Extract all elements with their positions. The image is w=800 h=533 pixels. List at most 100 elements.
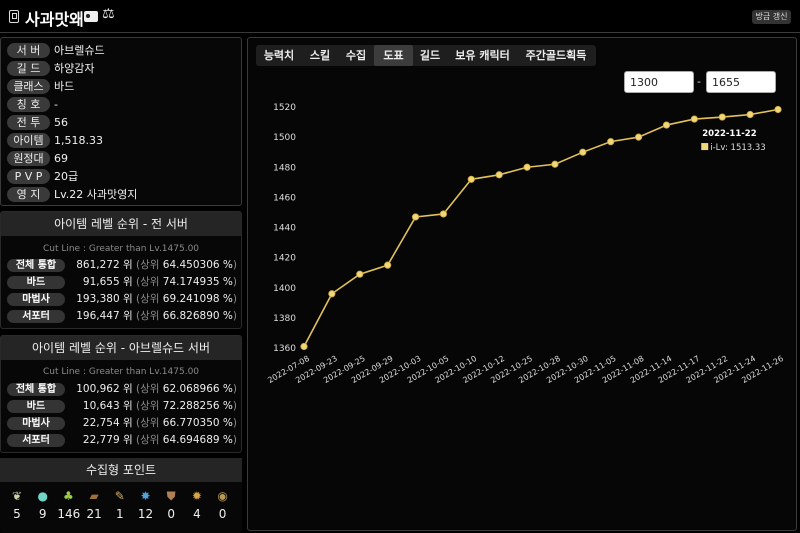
rank-percent: 74.174935 %: [162, 276, 233, 288]
ilvl-line-chart[interactable]: 1360 1380 1400 1420 1440 1460 1480 1500 1520 2022…: [248, 88, 796, 432]
info-label: 아이템: [7, 133, 50, 148]
collectible-item[interactable]: ✎ 1: [109, 489, 131, 522]
id-card-icon[interactable]: [84, 11, 98, 22]
collectible-points-title: 수집형 포인트: [0, 458, 242, 482]
collectible-item[interactable]: ⛊ 0: [160, 489, 182, 522]
data-point[interactable]: [579, 148, 587, 156]
voyage-compass-icon: ✎: [114, 489, 125, 503]
info-label: 서 버: [7, 43, 50, 58]
data-point[interactable]: [662, 121, 671, 129]
tab-bar: 능력치 스킬 수집 도표 길드 보유 캐릭터 주간골드획득: [256, 45, 596, 66]
rank-position: 22,779 위: [82, 434, 133, 446]
rank-row: 마법사 193,380 위 (상위 69.241098 %): [7, 293, 239, 307]
data-point[interactable]: [690, 115, 698, 123]
rank-row: 전체 통합 100,962 위 (상위 62.068966 %): [7, 383, 239, 397]
rank-server-panel: 아이템 레벨 순위 - 아브렐슈드 서버 Cut Line : Greater …: [0, 335, 242, 453]
info-value: 1,518.33: [54, 134, 103, 147]
world-tree-leaf-icon: ✹: [191, 489, 202, 503]
data-point[interactable]: [746, 110, 754, 119]
info-row: P V P 20급: [7, 169, 237, 185]
data-point[interactable]: [774, 105, 782, 114]
collectible-item[interactable]: ▰ 21: [83, 489, 105, 522]
data-point[interactable]: [495, 171, 503, 179]
info-label: P V P: [7, 169, 50, 184]
rank-percent: 64.694689 %: [162, 434, 233, 446]
scale-icon[interactable]: ⚖: [102, 6, 115, 22]
data-point[interactable]: [523, 163, 531, 171]
rank-value: 193,380 위 (상위 69.241098 %): [71, 293, 237, 306]
y-tick-label: 1400: [273, 284, 296, 294]
data-point[interactable]: [467, 175, 475, 183]
rank-category-label: 바드: [7, 400, 65, 413]
collectible-count: 5: [13, 507, 21, 521]
data-point[interactable]: [384, 261, 392, 269]
rank-category-label: 전체 통합: [7, 383, 65, 396]
y-tick-label: 1440: [273, 224, 296, 234]
rank-suffix: ): [232, 310, 237, 322]
rank-category-label: 서포터: [7, 310, 65, 323]
collectible-count: 1: [115, 507, 124, 521]
tab-2[interactable]: 수집: [338, 45, 374, 66]
orpheus-star-icon: ⛊: [166, 489, 176, 503]
rank-value: 100,962 위 (상위 62.068966 %): [71, 383, 237, 396]
collectible-count: 0: [167, 507, 175, 521]
info-label: 클래스: [7, 79, 50, 94]
info-value: 69: [54, 152, 68, 165]
rank-row: 서포터 22,779 위 (상위 64.694689 %): [7, 434, 239, 448]
collectible-item[interactable]: ❦ 5: [6, 489, 28, 522]
rank-suffix: ): [232, 417, 237, 429]
collectible-item[interactable]: ✹ 4: [186, 489, 208, 522]
data-point[interactable]: [356, 270, 364, 278]
rank-suffix: ): [232, 434, 237, 446]
tab-4[interactable]: 길드: [413, 45, 447, 66]
collectible-points-panel: 수집형 포인트 ❦ 5 ● 9 ♣ 146 ▰ 21 ✎ 1 ✸ 12 ⛊ 0 ✹ 4 ◉ 0: [0, 458, 242, 533]
rank-percent: 66.826890 %: [162, 310, 233, 322]
tooltip-swatch: [701, 143, 709, 151]
y-tick-label: 1480: [273, 163, 296, 173]
data-point[interactable]: [300, 342, 308, 351]
rank-prefix: (상위: [136, 400, 160, 412]
rank-position: 91,655 위: [82, 276, 133, 288]
character-info-panel: 서 버 아브렐슈드 길 드 하양감자 클래스 바드 칭 호-전 투 56 아이템 1,518.33…: [0, 37, 242, 206]
rank-prefix: (상위: [136, 259, 160, 271]
rank-position: 193,380 위: [76, 293, 133, 305]
data-point[interactable]: [411, 213, 420, 221]
tab-6[interactable]: 주간골드획득: [518, 45, 594, 66]
refresh-button[interactable]: 방금 갱신: [752, 10, 791, 24]
rank-value: 861,272 위 (상위 64.450306 %): [71, 259, 237, 272]
rank-position: 861,272 위: [76, 259, 133, 271]
giant-heart-icon: ♣: [63, 489, 74, 503]
info-value: Lv.22 사과맛영지: [54, 188, 138, 201]
rank-category-label: 바드: [7, 276, 65, 289]
data-point[interactable]: [328, 290, 336, 298]
collectible-count: 9: [38, 507, 47, 521]
collectible-count: 0: [218, 507, 227, 521]
rank-prefix: (상위: [136, 276, 160, 288]
rank-percent: 64.450306 %: [162, 259, 233, 271]
info-row: 서 버 아브렐슈드: [7, 43, 237, 59]
tab-5[interactable]: 보유 캐릭터: [447, 45, 518, 66]
tab-1[interactable]: 스킬: [302, 45, 338, 66]
rank-value: 10,643 위 (상위 72.288256 %): [71, 400, 237, 413]
collectible-item[interactable]: ● 9: [32, 490, 54, 522]
rank-all-title: 아이템 레벨 순위 - 전 서버: [1, 212, 241, 236]
rank-suffix: ): [232, 259, 237, 271]
data-point[interactable]: [634, 133, 643, 141]
art-painting-icon: ▰: [89, 489, 99, 503]
data-point[interactable]: [607, 138, 615, 146]
collectible-item[interactable]: ◉ 0: [212, 490, 234, 522]
rank-server-title: 아이템 레벨 순위 - 아브렐슈드 서버: [1, 336, 241, 360]
data-point[interactable]: [439, 210, 448, 218]
data-point[interactable]: [718, 113, 726, 121]
tab-0[interactable]: 능력치: [256, 45, 302, 66]
info-label: 전 투: [7, 115, 50, 130]
bookmark-icon: [9, 10, 19, 23]
y-tick-label: 1460: [273, 193, 296, 203]
rank-position: 100,962 위: [76, 383, 133, 395]
mokoko-seed-icon: ❦: [11, 489, 23, 503]
collectible-item[interactable]: ♣ 146: [57, 489, 80, 522]
tab-3[interactable]: 도표: [374, 45, 413, 66]
data-point[interactable]: [551, 160, 559, 168]
info-value: 20급: [54, 170, 79, 183]
collectible-item[interactable]: ✸ 12: [135, 490, 157, 522]
